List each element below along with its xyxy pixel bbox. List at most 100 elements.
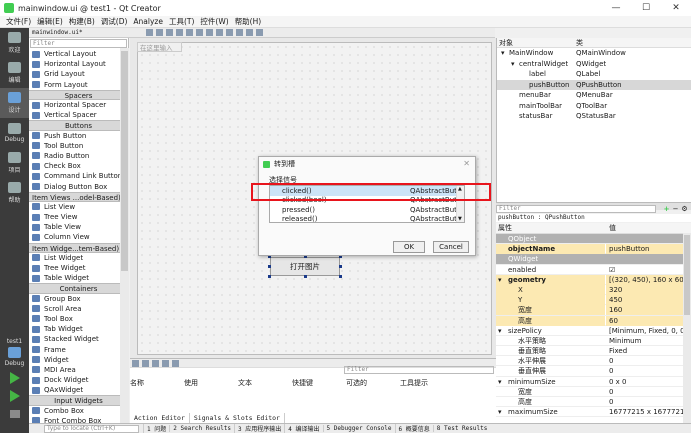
- adjust-size-icon[interactable]: [255, 29, 263, 36]
- widget-box-item[interactable]: Tool Box: [29, 314, 128, 324]
- menu-analyze[interactable]: Analyze: [130, 17, 166, 26]
- widget-category[interactable]: Spacers: [29, 89, 128, 100]
- expand-arrow-icon[interactable]: ▾: [501, 49, 509, 57]
- scroll-down-icon[interactable]: ▼: [458, 216, 462, 222]
- object-row[interactable]: pushButton QPushButton: [497, 79, 691, 90]
- debug-run-button[interactable]: [0, 387, 29, 405]
- widget-box-item[interactable]: Widget: [29, 355, 128, 365]
- property-row[interactable]: 高度 60: [496, 315, 691, 326]
- resize-handle[interactable]: [304, 275, 307, 278]
- widget-box-item[interactable]: MDI Area: [29, 365, 128, 375]
- widget-box-item[interactable]: Check Box: [29, 161, 128, 171]
- widget-box-item[interactable]: Tab Widget: [29, 324, 128, 334]
- new-action-icon[interactable]: [132, 359, 139, 367]
- widget-box-item[interactable]: Vertical Spacer: [29, 110, 128, 120]
- output-pane-debugger[interactable]: 5 Debugger Console: [322, 425, 395, 432]
- widget-box-item[interactable]: Grid Layout: [29, 69, 128, 79]
- form-push-button[interactable]: 打开图片: [270, 257, 340, 276]
- file-tab[interactable]: mainwindow.ui*: [29, 29, 86, 36]
- signal-mode-icon[interactable]: [155, 29, 163, 36]
- configure-icon[interactable]: [172, 359, 179, 367]
- output-pane-tests[interactable]: 8 Test Results: [432, 425, 491, 432]
- widget-box-item[interactable]: Frame: [29, 344, 128, 354]
- property-value[interactable]: Minimum: [606, 336, 691, 346]
- configure-property-icon[interactable]: ⚙: [680, 204, 689, 213]
- ok-button[interactable]: OK: [393, 241, 425, 253]
- output-pane-compile[interactable]: 4 编译输出: [284, 424, 322, 433]
- add-property-icon[interactable]: +: [662, 204, 671, 213]
- property-row[interactable]: ▾ sizePolicy [Minimum, Fixed, 0, 0]: [496, 326, 691, 336]
- close-button[interactable]: ✕: [661, 0, 691, 16]
- output-pane-issues[interactable]: 1 问题: [143, 424, 169, 433]
- action-filter-input[interactable]: Filter: [344, 366, 494, 374]
- output-pane-search[interactable]: 2 Search Results: [169, 425, 234, 432]
- widget-box-item[interactable]: Push Button: [29, 131, 128, 141]
- object-row[interactable]: statusBar QStatusBar: [497, 111, 691, 122]
- property-value[interactable]: 160: [606, 305, 691, 316]
- property-value[interactable]: 0: [606, 366, 691, 376]
- property-row[interactable]: objectName pushButton: [496, 244, 691, 255]
- expand-arrow-icon[interactable]: ▾: [498, 326, 502, 336]
- output-pane-general[interactable]: 6 概要信息: [394, 424, 433, 433]
- expand-arrow-icon[interactable]: ▾: [498, 275, 502, 285]
- property-value[interactable]: 0: [606, 356, 691, 366]
- widget-box-item[interactable]: Vertical Layout: [29, 49, 128, 59]
- kit-selector[interactable]: Debug: [0, 345, 29, 369]
- cancel-button[interactable]: Cancel: [433, 241, 469, 253]
- property-value[interactable]: [Minimum, Fixed, 0, 0]: [606, 326, 691, 336]
- property-row[interactable]: Y 450: [496, 295, 691, 306]
- widget-box-item[interactable]: Column View: [29, 232, 128, 242]
- widget-box-item[interactable]: Horizontal Spacer: [29, 100, 128, 110]
- menu-help[interactable]: 帮助(H): [232, 16, 265, 27]
- property-scrollbar[interactable]: [683, 233, 691, 423]
- widget-category[interactable]: Buttons: [29, 120, 128, 131]
- object-row[interactable]: menuBar QMenuBar: [497, 90, 691, 101]
- widget-box-item[interactable]: Dialog Button Box: [29, 181, 128, 191]
- property-row[interactable]: 垂直伸展 0: [496, 366, 691, 377]
- output-pane-app-output[interactable]: 3 应用程序输出: [234, 424, 284, 433]
- property-row[interactable]: 宽度 0: [496, 387, 691, 397]
- mode-projects[interactable]: 项目: [0, 148, 29, 178]
- widget-box-item[interactable]: Tool Button: [29, 141, 128, 151]
- property-value[interactable]: pushButton: [606, 244, 691, 255]
- widget-category[interactable]: Item Widge...tem-Based): [29, 242, 128, 253]
- layout-form-icon[interactable]: [235, 29, 243, 36]
- widget-box-item[interactable]: Radio Button: [29, 151, 128, 161]
- copy-action-icon[interactable]: [142, 359, 149, 367]
- dialog-close-icon[interactable]: ✕: [463, 159, 470, 168]
- widget-box-item[interactable]: Tree Widget: [29, 263, 128, 273]
- property-row[interactable]: 水平伸展 0: [496, 356, 691, 367]
- build-button[interactable]: [0, 405, 29, 423]
- property-row[interactable]: X 320: [496, 284, 691, 296]
- property-value[interactable]: 450: [606, 295, 691, 306]
- object-row[interactable]: label QLabel: [497, 69, 691, 80]
- mode-design[interactable]: 设计: [0, 88, 29, 118]
- property-row[interactable]: ▾ maximumSize 16777215 x 16777215: [496, 407, 691, 418]
- run-button[interactable]: [0, 369, 29, 387]
- property-row[interactable]: ▾ minimumSize 0 x 0: [496, 377, 691, 387]
- widget-category[interactable]: Item Views ...odel-Based): [29, 191, 128, 202]
- property-section[interactable]: QObject: [496, 234, 691, 245]
- tab-order-icon[interactable]: [175, 29, 183, 36]
- signal-row[interactable]: released() QAbstractButt...: [270, 215, 464, 222]
- mode-welcome[interactable]: 欢迎: [0, 28, 29, 58]
- expand-arrow-icon[interactable]: ▾: [498, 377, 502, 387]
- menu-edit[interactable]: 编辑(E): [34, 16, 66, 27]
- property-value[interactable]: ☑: [606, 265, 691, 275]
- property-value[interactable]: 0 x 0: [606, 377, 691, 387]
- property-filter-input[interactable]: Filter: [496, 205, 656, 213]
- property-row[interactable]: ▾ geometry [(320, 450), 160 x 60]: [496, 274, 691, 285]
- widget-box-item[interactable]: Table View: [29, 222, 128, 232]
- paste-action-icon[interactable]: [152, 359, 159, 367]
- property-row[interactable]: 宽度 160: [496, 305, 691, 316]
- locator-input[interactable]: Type to locate (Ctrl+K): [44, 424, 139, 433]
- property-value[interactable]: [(320, 450), 160 x 60]: [606, 274, 691, 285]
- widget-category[interactable]: Input Widgets: [29, 395, 128, 406]
- property-row[interactable]: 高度 0: [496, 397, 691, 408]
- widget-box-item[interactable]: List View: [29, 202, 128, 212]
- widget-box-item[interactable]: Dock Widget: [29, 375, 128, 385]
- resize-handle[interactable]: [268, 275, 271, 278]
- menu-debug[interactable]: 调试(D): [98, 16, 131, 27]
- widget-box-item[interactable]: Horizontal Layout: [29, 59, 128, 69]
- buddy-mode-icon[interactable]: [165, 29, 173, 36]
